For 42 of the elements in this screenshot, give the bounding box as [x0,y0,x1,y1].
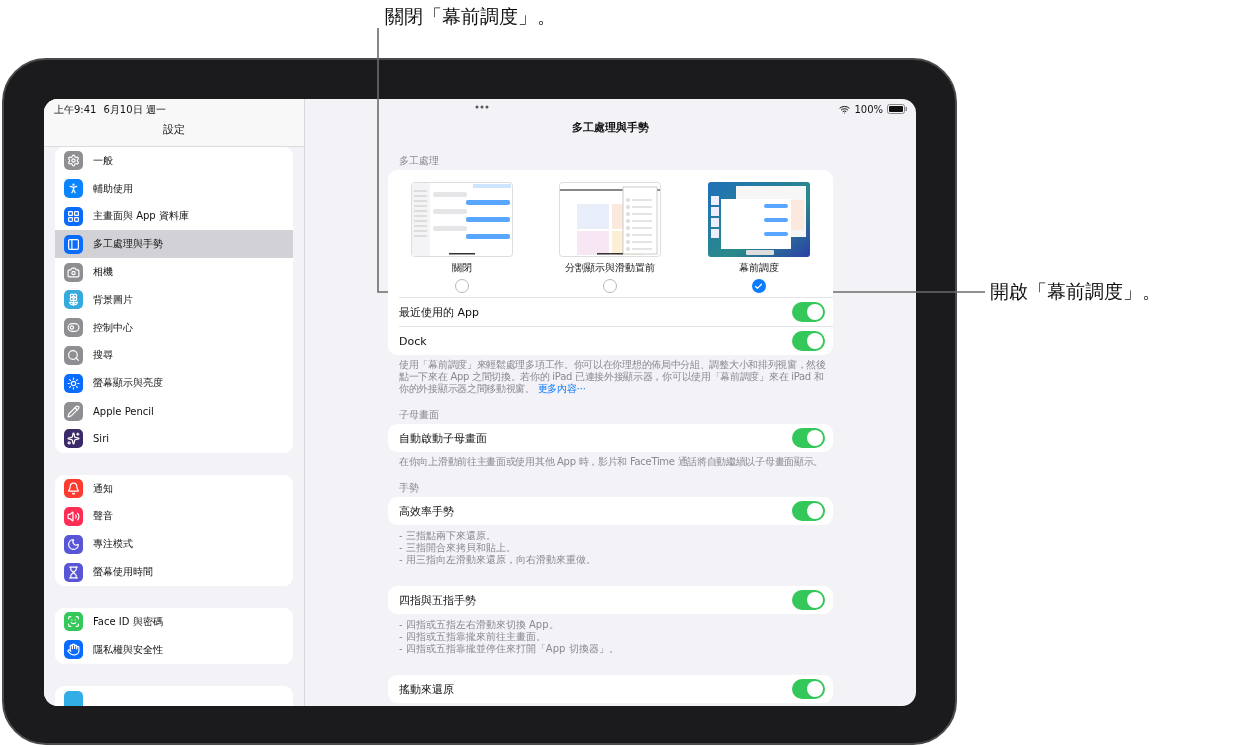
option-label: 幕前調度 [738,261,779,275]
battery-percent: 100% [854,103,883,115]
callout-label: 開啟「幕前調度」。 [990,279,1161,304]
toggle-switch[interactable] [792,679,825,699]
toggle-switch[interactable] [792,501,825,521]
option-label: 分割顯示與滑動置前 [565,261,656,275]
toggle-switch[interactable] [792,428,825,448]
radio-button[interactable] [751,279,766,293]
setting-label: 最近使用的 App [399,304,479,320]
radio-button[interactable] [455,279,470,293]
sidebar-item[interactable]: 多工處理與手勢 [55,230,293,259]
more-link[interactable]: 更多內容⋯ [537,383,587,394]
sidebar-title: 設定 [163,122,185,137]
toggle-switch[interactable] [792,331,825,351]
gesture-note: - 四指或五指靠攏來前往主畫面。 [399,631,547,643]
section-header: 手勢 [399,481,420,495]
more-dots-icon[interactable] [475,105,489,109]
radio-button[interactable] [603,279,618,293]
setting-label: Dock [399,334,427,348]
setting-label: 四指與五指手勢 [399,592,476,608]
section-header: 子母畫面 [399,408,440,422]
footer-note: 在你向上滑動前往主畫面或使用其他 App 時，影片和 FaceTime 通話將自動繼續以子母畫面顯示。 [399,456,825,468]
gesture-note: - 用三指向左滑動來還原，向右滑動來重做。 [399,554,597,566]
callout-label: 關閉「幕前調度」。 [385,4,556,29]
battery-icon [887,104,907,114]
setting-label: 高效率手勢 [399,503,454,519]
gesture-note: - 三指開合來拷貝和貼上。 [399,542,517,554]
setting-label: 自動啟動子母畫面 [399,430,487,446]
gesture-note: - 四指或五指左右滑動來切換 App。 [399,619,560,631]
status-time: 上午9:41 [54,103,97,117]
status-date: 6月10日 週一 [103,103,166,117]
checkmark-icon [754,281,764,291]
gesture-note: - 三指點兩下來還原。 [399,530,497,542]
wifi-icon [839,103,851,115]
setting-label: 搖動來還原 [399,681,454,697]
toggle-switch[interactable] [792,302,825,322]
footer-note: 使用「幕前調度」來輕鬆處理多項工作。你可以在你理想的佈局中分組、調整大小和排列視窗，然後點一下來在 App 之間切換。若你的 iPad 已連接外接顯示器，你可以使用「幕前調度」來在 iPad 和你的外接顯示器之間移動視窗。 更多內容⋯ [399,359,827,395]
toggle-switch[interactable] [792,590,825,610]
gesture-note: - 四指或五指靠攏並停住來打開「App 切換器」。 [399,643,620,655]
page-title: 多工處理與手勢 [572,120,649,135]
option-label: 關閉 [452,261,473,275]
section-header: 多工處理 [399,154,440,168]
